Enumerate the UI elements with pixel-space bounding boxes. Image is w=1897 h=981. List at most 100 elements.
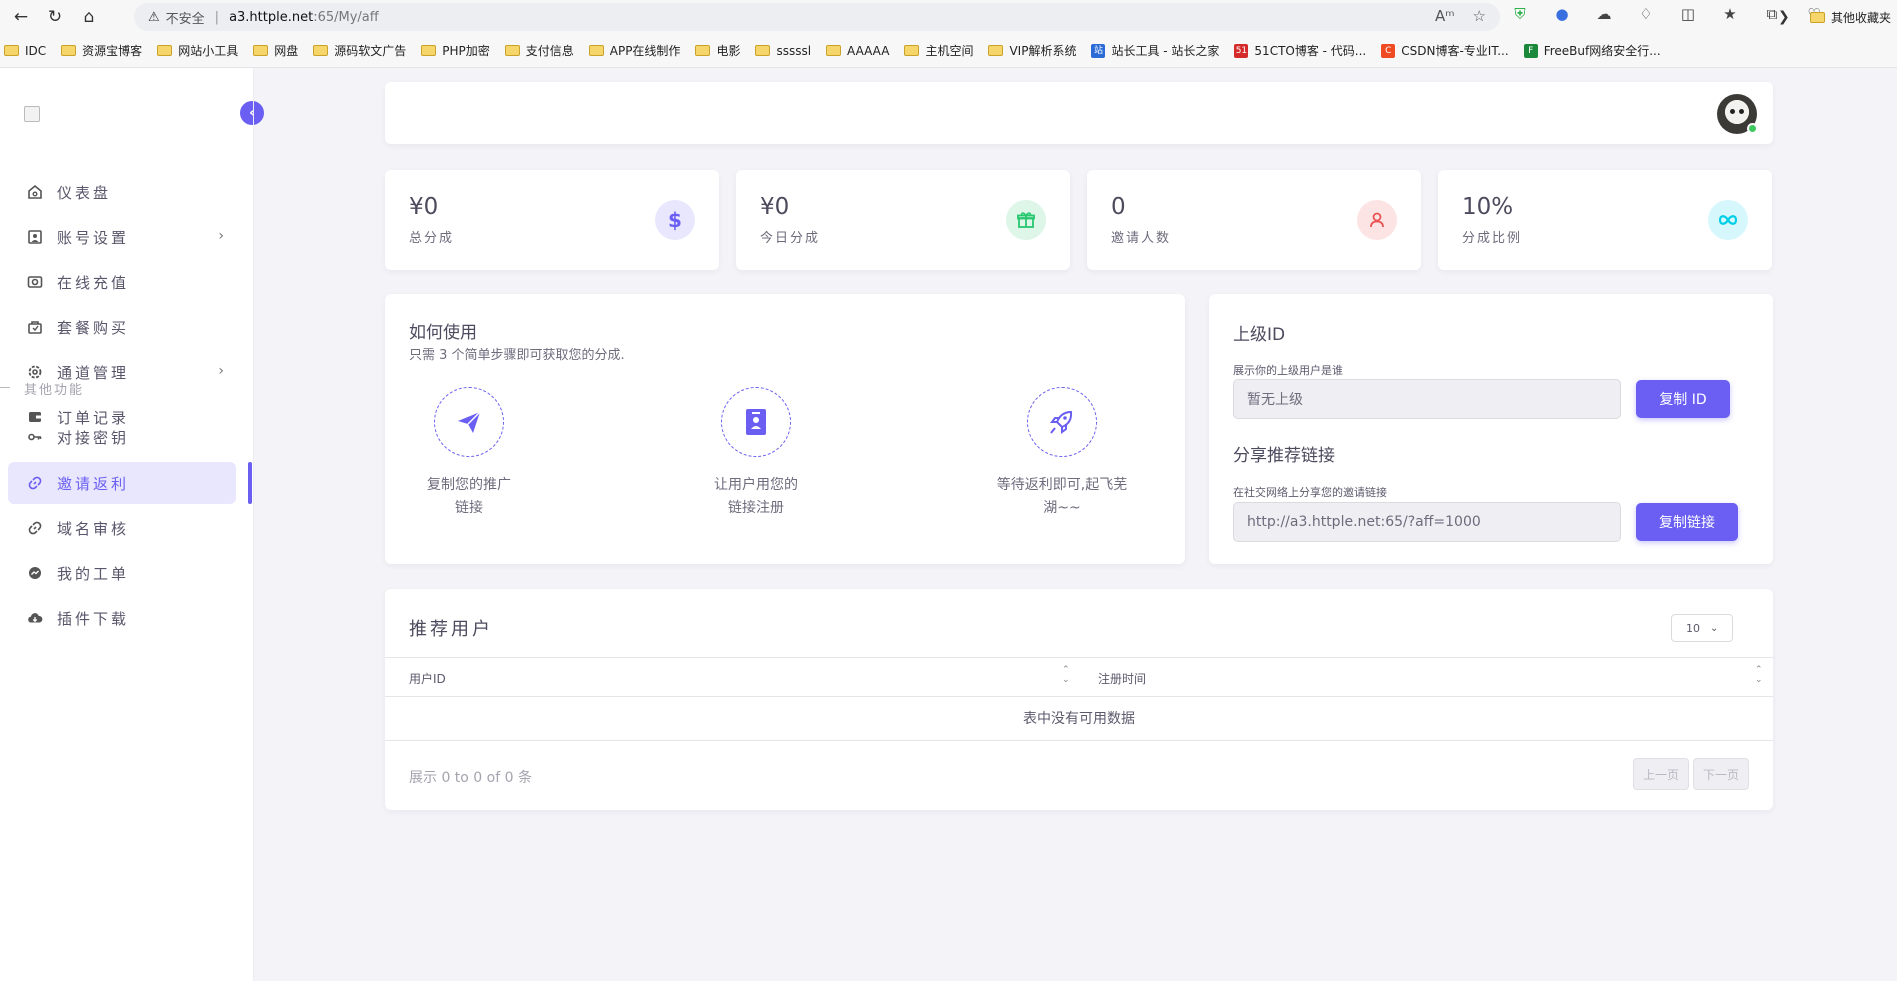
bookmark-item[interactable]: sssssl	[755, 44, 811, 58]
sidebar-item-recharge[interactable]: 在线充值	[8, 261, 236, 303]
chevron-down-icon: ⌄	[1710, 622, 1719, 634]
how-to-title: 如何使用	[409, 323, 477, 343]
bookmark-item[interactable]: 资源宝博客	[61, 42, 142, 59]
user-icon	[1357, 200, 1397, 240]
split-screen-icon[interactable]: ◫	[1678, 5, 1698, 23]
upline-hint: 展示你的上级用户是谁	[1233, 364, 1343, 377]
sort-icon[interactable]: ⌃ ⌄	[1755, 665, 1763, 685]
bookmark-item[interactable]: 51 51CTO博客 - 代码...	[1234, 42, 1366, 59]
upline-id-field: 暂无上级	[1233, 379, 1621, 419]
folder-icon	[253, 45, 269, 56]
link-icon	[26, 519, 44, 537]
invite-link-field[interactable]: http://a3.httple.net:65/?aff=1000	[1233, 502, 1621, 542]
back-icon[interactable]: ←	[8, 4, 34, 30]
sidebar-border	[253, 68, 254, 981]
table-header: 用户ID ⌃ ⌄ 注册时间 ⌃ ⌄	[385, 657, 1773, 697]
messenger-icon	[26, 564, 44, 582]
bookmark-item[interactable]: 电影	[695, 42, 740, 59]
column-user-id[interactable]: 用户ID	[409, 670, 446, 687]
link-icon	[26, 474, 44, 492]
step-wait-rebate: 等待返利即可,起飞芜湖~~	[972, 387, 1152, 520]
folder-icon	[826, 45, 842, 56]
stat-card-total-commission: ¥0 总分成 $	[385, 170, 719, 270]
column-register-time[interactable]: 注册时间	[1098, 670, 1146, 687]
chinaz-icon: 站	[1091, 43, 1106, 58]
extension-icon[interactable]: ●	[1552, 5, 1572, 23]
online-status-dot	[1747, 123, 1758, 134]
read-aloud-icon[interactable]: Aᵐ	[1435, 7, 1455, 25]
bookmark-item[interactable]: PHP加密	[421, 42, 490, 59]
chevron-right-icon: ›	[218, 363, 224, 379]
avatar[interactable]	[1717, 94, 1758, 134]
star-icon[interactable]: ☆	[1473, 7, 1486, 25]
folder-icon	[1810, 12, 1825, 23]
sidebar-item-invite[interactable]: 邀请返利	[8, 462, 236, 504]
top-navbar	[385, 82, 1773, 144]
empty-table-message: 表中没有可用数据	[385, 697, 1773, 741]
upline-title: 上级ID	[1233, 325, 1286, 345]
stat-label: 邀请人数	[1111, 231, 1172, 246]
shield-icon[interactable]: ⛨	[1510, 5, 1530, 23]
sort-icon[interactable]: ⌃ ⌄	[1062, 665, 1070, 685]
51cto-icon: 51	[1234, 43, 1249, 58]
extensions: ⛨ ● ☁ ♢ ◫ ★ ⧉ ♡	[1510, 5, 1824, 23]
insecure-label: 不安全	[165, 11, 205, 27]
folder-icon	[421, 45, 437, 56]
user-card-icon	[26, 228, 44, 246]
sidebar-item-tickets[interactable]: 我的工单	[8, 552, 236, 594]
puzzle-icon[interactable]: ♢	[1636, 5, 1656, 23]
bookmark-item[interactable]: 网站小工具	[157, 42, 238, 59]
folder-icon	[755, 45, 771, 56]
active-indicator	[248, 462, 252, 504]
sidebar-item-api-key[interactable]: 对接密钥	[8, 416, 236, 458]
bookmark-item[interactable]: C CSDN博客-专业IT...	[1381, 42, 1509, 59]
bookmark-item[interactable]: 源码软文广告	[313, 42, 406, 59]
stat-label: 分成比例	[1462, 231, 1523, 246]
key-icon	[26, 428, 44, 446]
sidebar-item-domain-review[interactable]: 域名审核	[8, 507, 236, 549]
bookmark-item[interactable]: AAAAA	[826, 44, 889, 58]
other-bookmarks[interactable]: 其他收藏夹	[1810, 9, 1891, 26]
stat-label: 总分成	[409, 231, 455, 246]
bookmark-item[interactable]: 支付信息	[504, 42, 574, 59]
sidebar-item-dashboard[interactable]: 仪表盘	[8, 171, 236, 213]
sidebar-item-account[interactable]: 账号设置 ›	[8, 216, 236, 258]
id-badge-icon	[721, 387, 791, 457]
home-icon[interactable]: ⌂	[76, 4, 102, 30]
infinity-icon	[1708, 200, 1748, 240]
address-bar[interactable]: ⚠ 不安全 | a3.httple.net:65/My/aff Aᵐ ☆	[134, 3, 1500, 31]
bookmark-item[interactable]: APP在线制作	[588, 42, 680, 59]
sidebar-item-plugins[interactable]: 插件下载	[8, 597, 236, 639]
bookmark-item[interactable]: 站站长工具 - 站长之家	[1091, 42, 1219, 59]
favorites-icon[interactable]: ★	[1720, 5, 1740, 23]
dollar-icon: $	[655, 200, 695, 240]
prev-page-button[interactable]: 上一页	[1633, 758, 1689, 790]
how-to-use-card: 如何使用 只需 3 个简单步骤即可获取您的分成. 复制您的推广链接 让用户用您的…	[385, 294, 1185, 564]
chevron-right-icon: ›	[218, 228, 224, 244]
warning-icon: ⚠	[148, 9, 160, 25]
stat-value: ¥0	[409, 194, 439, 220]
sidebar-item-packages[interactable]: 套餐购买	[8, 306, 236, 348]
table-info: 展示 0 to 0 of 0 条	[409, 770, 532, 786]
next-page-button[interactable]: 下一页	[1693, 758, 1749, 790]
copy-link-button[interactable]: 复制链接	[1636, 503, 1738, 541]
csdn-icon: C	[1381, 43, 1396, 58]
step-caption: 让用户用您的链接注册	[714, 477, 798, 516]
bookmark-item[interactable]: VIP解析系统	[988, 42, 1076, 59]
folder-icon	[588, 45, 604, 56]
copy-id-button[interactable]: 复制 ID	[1636, 380, 1730, 418]
bookmark-item[interactable]: 主机空间	[904, 42, 973, 59]
bookmark-item[interactable]: F FreeBuf网络安全行...	[1523, 42, 1661, 59]
collapse-sidebar-button[interactable]: ‹	[240, 101, 264, 125]
page-size-select[interactable]: 10 ⌄	[1671, 614, 1733, 642]
share-hint: 在社交网络上分享您的邀请链接	[1233, 486, 1387, 499]
sidebar: ‹ 仪表盘 账号设置 › 在线充值 套餐购买 通道管理 › 订单记录 其他功能 …	[0, 68, 264, 981]
cloud-download-icon	[26, 609, 44, 627]
reload-icon[interactable]: ↻	[42, 4, 68, 30]
stat-card-commission-rate: 10% 分成比例	[1438, 170, 1772, 270]
bookmark-item[interactable]: IDC	[4, 44, 46, 58]
chevron-right-icon[interactable]: ❯	[1778, 9, 1790, 25]
bookmark-item[interactable]: 网盘	[253, 42, 298, 59]
upline-card: 上级ID 展示你的上级用户是谁 暂无上级 复制 ID 分享推荐链接 在社交网络上…	[1209, 294, 1773, 564]
cloud-icon[interactable]: ☁	[1594, 5, 1614, 23]
